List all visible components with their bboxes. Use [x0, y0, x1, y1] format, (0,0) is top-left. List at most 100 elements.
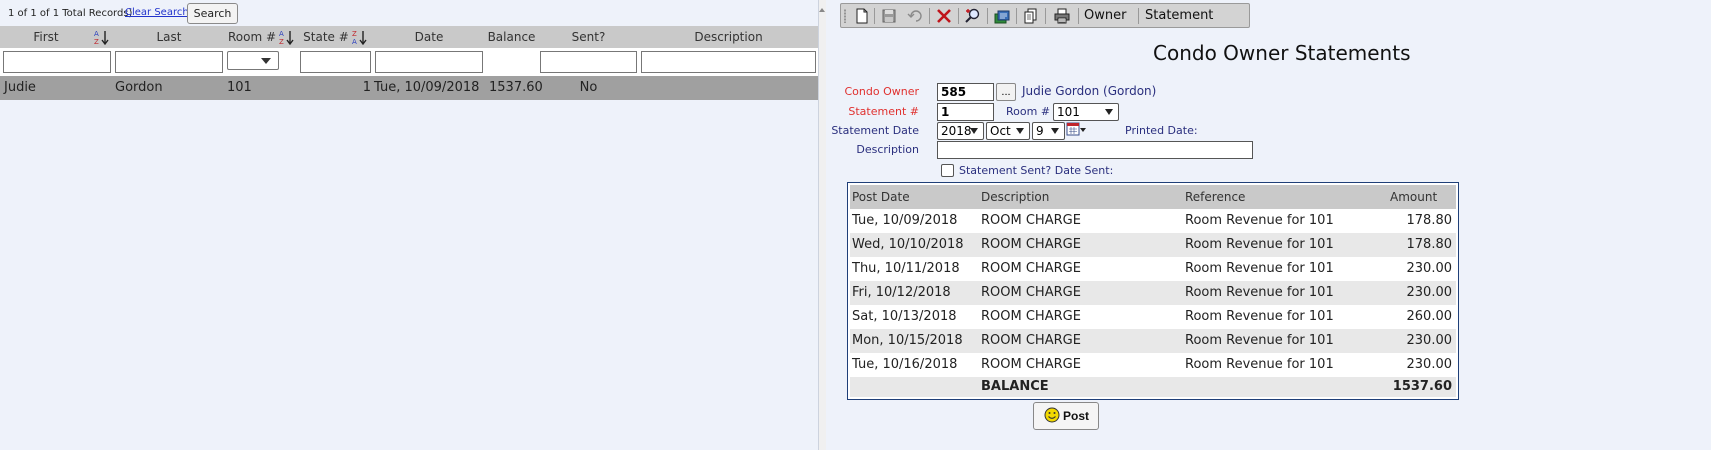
amount-cell: 178.80 — [1406, 213, 1453, 228]
condo-owner-field[interactable]: 585 — [937, 83, 994, 101]
condo-owner-label: Condo Owner — [844, 85, 919, 98]
date-filter-input[interactable] — [375, 51, 483, 73]
owner-menu[interactable]: Owner — [1084, 7, 1126, 25]
statement-menu[interactable]: Statement — [1145, 7, 1213, 25]
post-button[interactable]: Post — [1033, 402, 1099, 430]
toolbar-grip-icon[interactable] — [844, 9, 846, 23]
table-row[interactable]: Wed, 10/10/2018 ROOM CHARGE Room Revenue… — [850, 233, 1456, 257]
reference-cell: Room Revenue for 101 — [1185, 261, 1334, 276]
sort-az-icon[interactable]: A Z — [279, 29, 295, 45]
statement-sent-checkbox[interactable] — [941, 164, 954, 177]
room-number-select[interactable]: 101 — [1053, 103, 1119, 121]
svg-text:Z: Z — [352, 30, 357, 38]
reference-cell: Room Revenue for 101 — [1185, 357, 1334, 372]
filter-row — [0, 48, 818, 76]
statement-table: Post Date Description Reference Amount T… — [847, 182, 1459, 400]
reference-cell: Room Revenue for 101 — [1185, 237, 1334, 252]
col-balance[interactable]: Balance — [483, 26, 540, 48]
statement-year-select[interactable]: 2018 — [937, 122, 984, 140]
svg-text:A: A — [279, 30, 284, 38]
sent-filter-input[interactable] — [540, 51, 637, 73]
room-number-label: Room # — [1006, 105, 1051, 118]
statement-day-select[interactable]: 9 — [1032, 122, 1065, 140]
statement-month-select[interactable]: Oct — [986, 122, 1030, 140]
col-state[interactable]: State # — [300, 26, 352, 48]
statement-day-value: 9 — [1036, 124, 1044, 138]
statement-number-field[interactable]: 1 — [937, 103, 994, 121]
cell-state: 1 — [362, 80, 371, 95]
amount-cell: 230.00 — [1406, 357, 1453, 372]
reference-cell: Room Revenue for 101 — [1185, 285, 1334, 300]
new-doc-icon[interactable] — [854, 8, 870, 24]
table-row[interactable]: Tue, 10/16/2018 ROOM CHARGE Room Revenue… — [850, 353, 1456, 377]
cell-first: Judie — [4, 80, 36, 95]
table-row[interactable]: Fri, 10/12/2018 ROOM CHARGE Room Revenue… — [850, 281, 1456, 305]
copy-icon[interactable] — [1023, 8, 1039, 24]
col-sent[interactable]: Sent? — [540, 26, 637, 48]
statement-sent-label: Statement Sent? Date Sent: — [959, 164, 1114, 177]
post-date-cell: Fri, 10/12/2018 — [852, 285, 951, 300]
cell-last: Gordon — [115, 80, 163, 95]
left-scrollbar[interactable] — [819, 0, 826, 450]
statement-number-label: Statement # — [848, 105, 919, 118]
state-filter-input[interactable] — [300, 51, 371, 73]
toolbar-separator — [1016, 8, 1017, 24]
balance-label: BALANCE — [981, 379, 1049, 394]
col-last[interactable]: Last — [110, 26, 228, 48]
room-number-value: 101 — [1057, 105, 1080, 119]
description-cell: ROOM CHARGE — [981, 309, 1081, 324]
calendar-icon[interactable] — [1066, 122, 1086, 138]
balance-row: BALANCE 1537.60 — [850, 377, 1456, 397]
description-cell: ROOM CHARGE — [981, 213, 1081, 228]
amount-cell: 260.00 — [1406, 309, 1453, 324]
amount-cell: 178.80 — [1406, 237, 1453, 252]
grid-topbar: 1 of 1 of 1 Total Records) Clear Search … — [0, 0, 819, 26]
col-room[interactable]: Room # — [226, 26, 278, 48]
undo-icon[interactable] — [907, 8, 923, 24]
sort-za-icon[interactable]: Z A — [352, 29, 368, 45]
search-grid-pane: 1 of 1 of 1 Total Records) Clear Search … — [0, 0, 819, 450]
table-row[interactable]: Mon, 10/15/2018 ROOM CHARGE Room Revenue… — [850, 329, 1456, 353]
description-field[interactable] — [937, 141, 1253, 159]
col-date[interactable]: Date — [375, 26, 483, 48]
print-icon[interactable] — [1054, 8, 1070, 24]
svg-text:A: A — [94, 30, 99, 38]
record-count: 1 of 1 of 1 Total Records) — [8, 8, 133, 19]
reference-cell: Room Revenue for 101 — [1185, 309, 1334, 324]
search-button[interactable]: Search — [187, 3, 238, 24]
statement-table-header: Post Date Description Reference Amount — [850, 185, 1456, 209]
last-filter-input[interactable] — [115, 51, 223, 73]
header-amount: Amount — [1390, 190, 1438, 204]
room-filter-select[interactable] — [227, 51, 279, 70]
owner-picker-button[interactable]: ... — [996, 83, 1016, 101]
delete-icon[interactable] — [936, 8, 952, 24]
find-icon[interactable] — [965, 8, 981, 24]
table-row[interactable]: Thu, 10/11/2018 ROOM CHARGE Room Revenue… — [850, 257, 1456, 281]
table-row[interactable]: Judie Gordon 101 1 Tue, 10/09/2018 1537.… — [0, 76, 818, 100]
amount-cell: 230.00 — [1406, 285, 1453, 300]
toolbar-separator — [958, 8, 959, 24]
reference-cell: Room Revenue for 101 — [1185, 333, 1334, 348]
toolbar-separator — [1045, 8, 1046, 24]
clear-search-link[interactable]: Clear Search — [125, 7, 189, 18]
balance-value: 1537.60 — [1392, 379, 1452, 394]
amount-cell: 230.00 — [1406, 261, 1453, 276]
sort-az-icon[interactable]: A Z — [94, 29, 110, 45]
table-row[interactable]: Tue, 10/09/2018 ROOM CHARGE Room Revenue… — [850, 209, 1456, 233]
print-statements-icon[interactable] — [994, 8, 1010, 24]
table-row[interactable]: Sat, 10/13/2018 ROOM CHARGE Room Revenue… — [850, 305, 1456, 329]
description-cell: ROOM CHARGE — [981, 333, 1081, 348]
first-filter-input[interactable] — [3, 51, 111, 73]
svg-text:A: A — [352, 38, 357, 45]
toolbar-separator — [1078, 8, 1079, 24]
col-description[interactable]: Description — [641, 26, 816, 48]
statement-date-label: Statement Date — [831, 124, 919, 137]
save-icon[interactable] — [881, 8, 897, 24]
description-cell: ROOM CHARGE — [981, 237, 1081, 252]
smiley-icon — [1044, 407, 1060, 423]
description-filter-input[interactable] — [641, 51, 816, 73]
description-label: Description — [856, 143, 919, 156]
post-date-cell: Thu, 10/11/2018 — [852, 261, 960, 276]
svg-text:Z: Z — [279, 38, 284, 45]
col-first[interactable]: First — [0, 26, 92, 48]
